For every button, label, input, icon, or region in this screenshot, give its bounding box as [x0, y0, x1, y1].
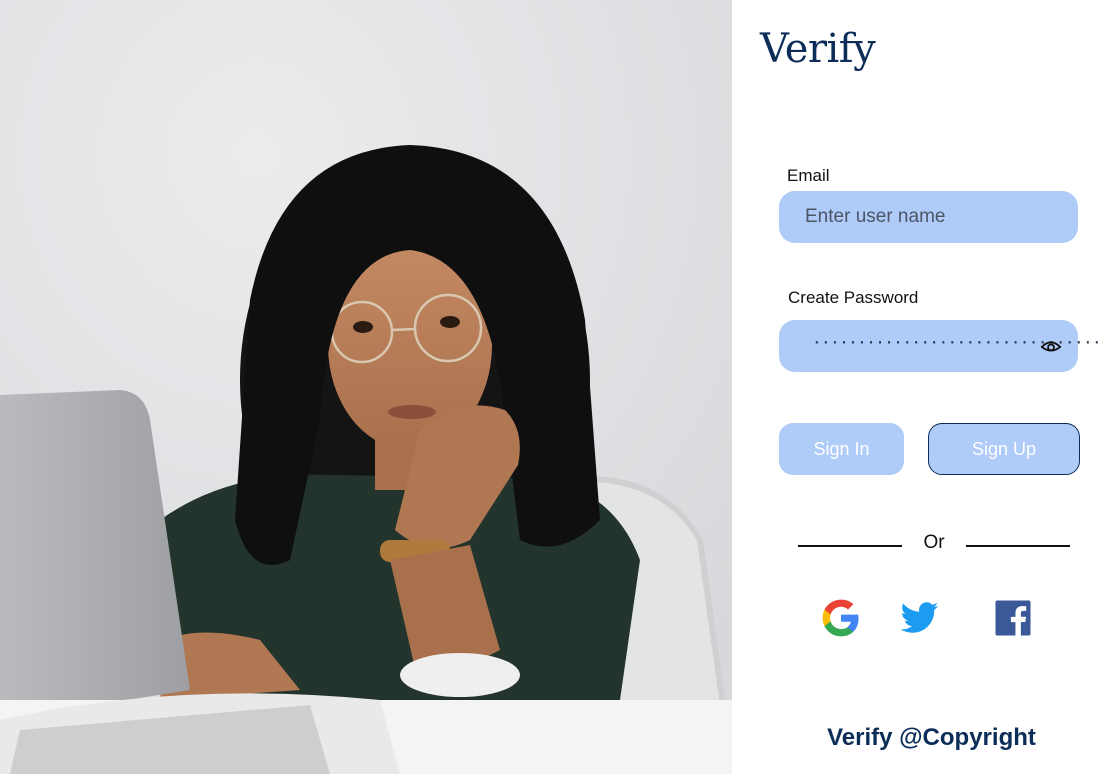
- brand-logo-text: Verify: [760, 26, 876, 72]
- show-password-eye-icon[interactable]: [1040, 337, 1062, 355]
- auth-panel: Verify Email Create Password ···········…: [732, 0, 1119, 774]
- or-divider-text: Or: [923, 532, 945, 553]
- password-label: Create Password: [788, 288, 919, 307]
- or-divider: Or: [798, 532, 1070, 556]
- email-label: Email: [787, 166, 830, 185]
- password-field[interactable]: ································: [779, 320, 1102, 372]
- sign-up-button[interactable]: Sign Up: [928, 423, 1080, 475]
- google-icon[interactable]: [820, 597, 862, 639]
- woman-at-laptop-illustration: [0, 0, 732, 774]
- twitter-icon[interactable]: [898, 597, 940, 639]
- email-field[interactable]: [779, 191, 1078, 243]
- facebook-icon[interactable]: [992, 597, 1034, 639]
- divider-line-right: [966, 545, 1070, 547]
- hero-photo: [0, 0, 732, 774]
- footer-copyright: Verify @Copyright: [827, 724, 1036, 751]
- sign-in-button[interactable]: Sign In: [779, 423, 904, 475]
